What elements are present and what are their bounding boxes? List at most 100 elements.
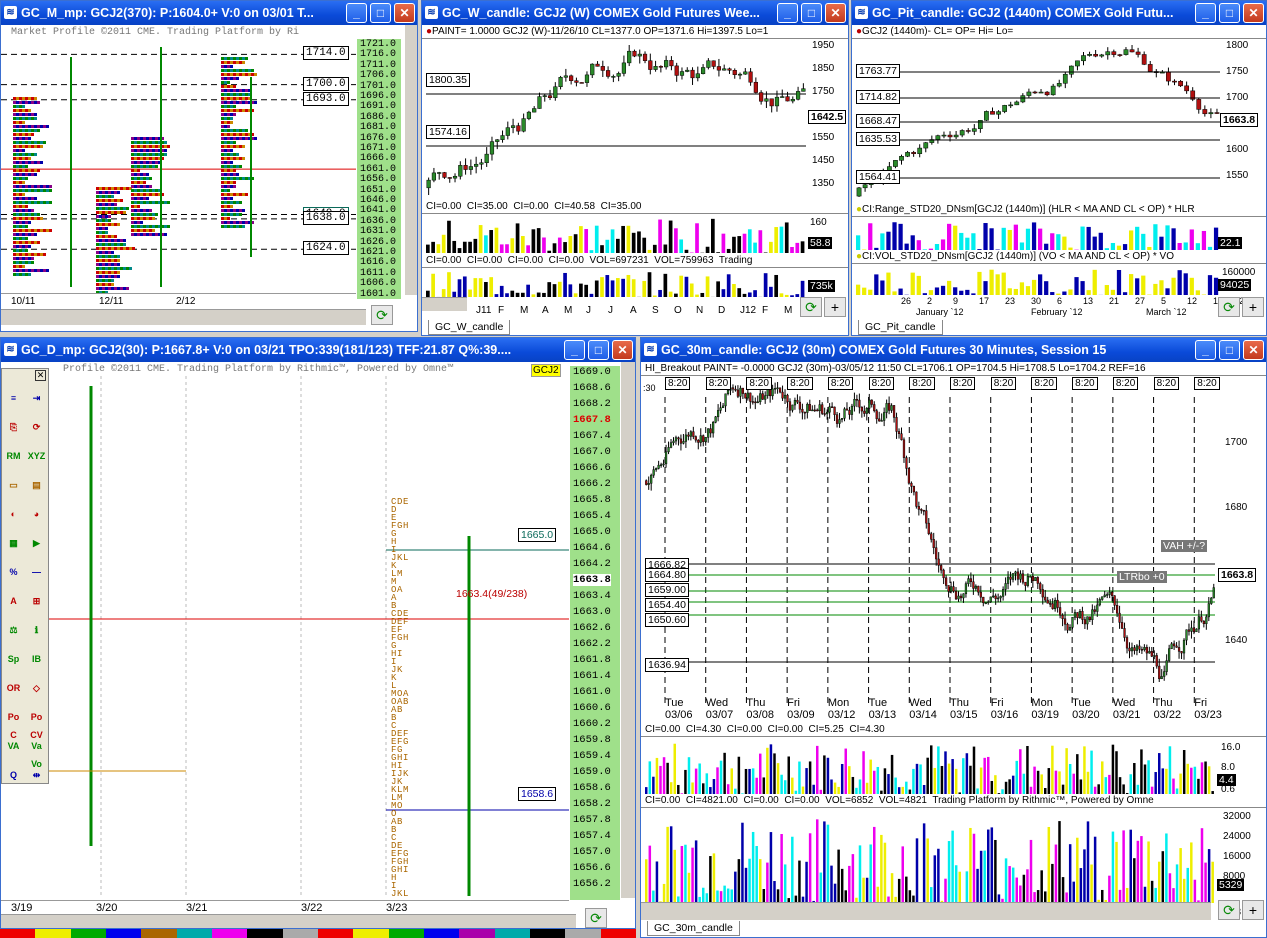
drawing-tool-icon[interactable]: ◐	[5, 505, 23, 523]
titlebar-30m-candle[interactable]: ≋ GC_30m_candle: GCJ2 (30m) COMEX Gold F…	[641, 338, 1266, 362]
window-monthly-profile[interactable]: ≋ GC_M_mp: GCJ2(370): P:1604.0+ V:0 on 0…	[0, 0, 418, 332]
refresh-button[interactable]: ⟳	[585, 908, 607, 928]
color-swatch[interactable]	[388, 929, 424, 938]
level-label: 1664.80	[645, 568, 689, 582]
minimize-button[interactable]: _	[1195, 3, 1216, 23]
minimize-button[interactable]: _	[1195, 340, 1216, 360]
window-30m-candle[interactable]: ≋ GC_30m_candle: GCJ2 (30m) COMEX Gold F…	[640, 337, 1267, 938]
drawing-tool-icon[interactable]: A	[5, 592, 23, 610]
drawing-tool-icon[interactable]: VA	[5, 737, 23, 755]
maximize-button[interactable]: □	[588, 340, 609, 360]
maximize-button[interactable]: □	[801, 3, 822, 23]
drawing-tool-icon[interactable]: ▭	[5, 476, 23, 494]
color-swatch[interactable]	[459, 929, 495, 938]
refresh-button[interactable]: ⟳	[1218, 900, 1240, 920]
drawing-tool-icon[interactable]: ⎘	[5, 418, 23, 436]
color-swatch[interactable]	[35, 929, 71, 938]
drawing-tool-icon[interactable]: Po C	[5, 708, 23, 740]
tab-30m[interactable]: GC_30m_candle	[647, 921, 740, 936]
daily-chart-area[interactable]: ●GCJ2 (1440m)- CL= OP= Hi= Lo= 1800 1750 1…	[852, 25, 1266, 335]
close-button[interactable]: ✕	[394, 3, 415, 23]
drawing-tool-icon[interactable]: ▶	[28, 534, 46, 552]
tab-weekly[interactable]: GC_W_candle	[428, 320, 511, 335]
drawing-tool-icon[interactable]: ⚖	[5, 621, 23, 639]
add-button[interactable]: +	[1242, 297, 1264, 317]
weekly-chart-area[interactable]: ●PAINT= 1.0000 GCJ2 (W)-11/26/10 CL=1377…	[422, 25, 848, 335]
drawing-tool-icon[interactable]: IB	[28, 650, 46, 668]
histogram-bar	[759, 753, 762, 794]
titlebar-day-profile[interactable]: ≋ GC_D_mp: GCJ2(30): P:1667.8+ V:0 on 03…	[1, 338, 635, 362]
vertical-scrollbar[interactable]	[621, 362, 635, 898]
drawing-tool-icon[interactable]: ⇹	[28, 766, 46, 784]
titlebar-daily-candle[interactable]: ≋ GC_Pit_candle: GCJ2 (1440m) COMEX Gold…	[852, 1, 1266, 25]
tpo-block	[227, 217, 230, 220]
close-button[interactable]: ✕	[1243, 340, 1264, 360]
drawing-tool-icon[interactable]: Sp	[5, 650, 23, 668]
color-swatch[interactable]	[176, 929, 212, 938]
add-button[interactable]: +	[1242, 900, 1264, 920]
drawing-tool-icon[interactable]: OR	[5, 679, 23, 697]
minimize-button[interactable]: _	[777, 3, 798, 23]
day-profile-chart[interactable]: Profile ©2011 CME. Trading Platform by R…	[1, 362, 635, 928]
drawing-tool-icon[interactable]: ⇥	[28, 389, 46, 407]
tab-daily[interactable]: GC_Pit_candle	[858, 320, 943, 335]
window-weekly-candle[interactable]: ≋ GC_W_candle: GCJ2 (W) COMEX Gold Futur…	[421, 0, 849, 336]
color-swatch[interactable]	[600, 929, 636, 938]
drawing-tool-icon[interactable]: ▦	[5, 534, 23, 552]
titlebar-weekly-candle[interactable]: ≋ GC_W_candle: GCJ2 (W) COMEX Gold Futur…	[422, 1, 848, 25]
drawing-tool-icon[interactable]: Va Vo	[28, 737, 46, 769]
horizontal-scrollbar[interactable]	[1, 914, 576, 928]
monthly-profile-chart[interactable]: Market Profile ©2011 CME. Trading Platfo…	[1, 25, 417, 331]
window-daily-candle[interactable]: ≋ GC_Pit_candle: GCJ2 (1440m) COMEX Gold…	[851, 0, 1267, 336]
refresh-button[interactable]: ⟳	[1218, 297, 1240, 317]
maximize-button[interactable]: □	[1219, 340, 1240, 360]
drawing-tool-icon[interactable]: Po CV	[28, 708, 46, 740]
maximize-button[interactable]: □	[370, 3, 391, 23]
drawing-tool-icon[interactable]: ℹ	[28, 621, 46, 639]
color-swatch[interactable]	[0, 929, 36, 938]
drawing-tool-icon[interactable]: ⊞	[28, 592, 46, 610]
color-swatch[interactable]	[70, 929, 106, 938]
close-button[interactable]: ✕	[612, 340, 633, 360]
color-swatch[interactable]	[423, 929, 460, 938]
color-swatch[interactable]	[211, 929, 248, 938]
close-button[interactable]: ✕	[1243, 3, 1264, 23]
close-button[interactable]: ✕	[825, 3, 846, 23]
drawing-tool-icon[interactable]: Q	[5, 766, 23, 784]
drawing-toolbar[interactable]: ✕ ≡ ⇥ ⎘ ⟳ RM XYZ ▭ ▤ ◐ ◕ ▦ ▶% — A ⊞ ⚖ ℹ Sp IB OR ◇ Po C Po CV V…	[1, 368, 49, 784]
add-button[interactable]: +	[824, 297, 846, 317]
color-swatch[interactable]	[247, 929, 283, 938]
minimize-button[interactable]: _	[346, 3, 367, 23]
refresh-button[interactable]: ⟳	[800, 297, 822, 317]
color-swatch[interactable]	[105, 929, 142, 938]
minimize-button[interactable]: _	[564, 340, 585, 360]
window-day-profile[interactable]: ≋ GC_D_mp: GCJ2(30): P:1667.8+ V:0 on 03…	[0, 337, 636, 929]
color-swatch[interactable]	[317, 929, 354, 938]
color-swatch[interactable]	[282, 929, 318, 938]
color-swatch[interactable]	[494, 929, 530, 938]
drawing-tool-icon[interactable]: ≡	[5, 389, 23, 407]
drawing-tool-icon[interactable]: ◕	[28, 505, 46, 523]
drawing-tool-icon[interactable]: —	[28, 563, 46, 581]
horizontal-scrollbar[interactable]	[641, 902, 1211, 920]
refresh-button[interactable]: ⟳	[371, 305, 393, 325]
color-swatch[interactable]	[353, 929, 389, 938]
horizontal-scrollbar[interactable]	[1, 309, 366, 325]
drawing-tool-icon[interactable]: XYZ	[28, 447, 46, 465]
color-swatch[interactable]	[565, 929, 601, 938]
drawing-tool-icon[interactable]: RM	[5, 447, 23, 465]
horizontal-scrollbar[interactable]	[422, 297, 467, 311]
color-swatch[interactable]	[529, 929, 566, 938]
drawing-tool-icon[interactable]: ⟳	[28, 418, 46, 436]
tpo-block	[22, 217, 25, 220]
drawing-tool-icon[interactable]: %	[5, 563, 23, 581]
titlebar-monthly-profile[interactable]: ≋ GC_M_mp: GCJ2(370): P:1604.0+ V:0 on 0…	[1, 1, 417, 25]
drawing-tool-icon[interactable]: ◇	[28, 679, 46, 697]
30m-chart-area[interactable]: HI_Breakout PAINT= -0.0000 GCJ2 (30m)-03…	[641, 362, 1266, 937]
vertical-scrollbar[interactable]	[405, 25, 417, 295]
color-swatch[interactable]	[141, 929, 177, 938]
close-icon[interactable]: ✕	[35, 370, 46, 381]
maximize-button[interactable]: □	[1219, 3, 1240, 23]
drawing-tool-icon[interactable]: ▤	[28, 476, 46, 494]
candle-body	[1096, 604, 1099, 612]
